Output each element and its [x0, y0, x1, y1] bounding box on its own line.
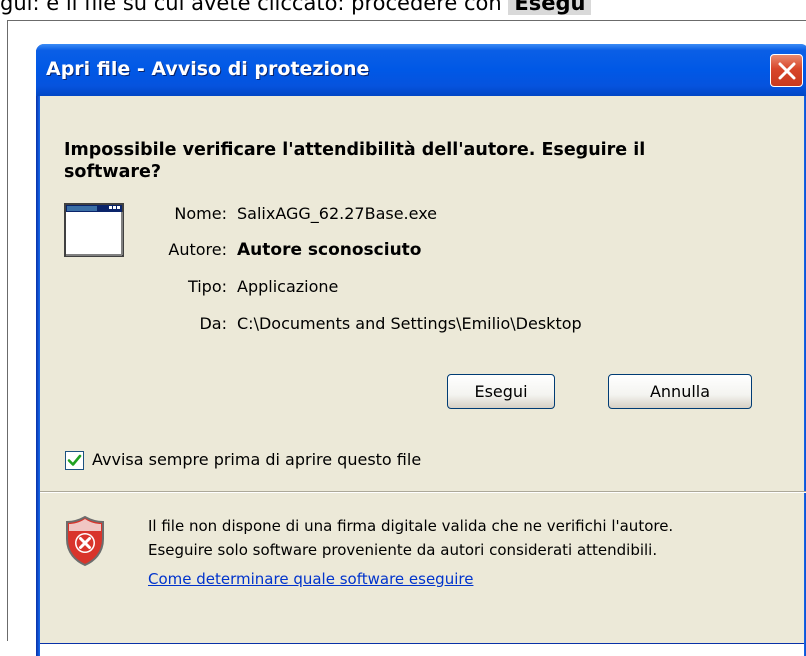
info-text: Il file non dispone di una firma digital…	[148, 514, 788, 562]
run-button[interactable]: Esegui	[447, 374, 555, 409]
info-line-2: Eseguire solo software proveniente da au…	[148, 541, 658, 559]
field-type-label: Tipo:	[187, 277, 227, 296]
field-name-label: Nome:	[174, 204, 227, 223]
window-border-left	[36, 96, 40, 656]
close-button[interactable]	[770, 54, 803, 87]
field-name-value: SalixAGG_62.27Base.exe	[237, 204, 438, 223]
warning-heading: Impossibile verificare l'attendibilità d…	[64, 140, 646, 182]
title-bar[interactable]: Apri file - Avviso di protezione	[36, 44, 806, 96]
security-warning-dialog: Apri file - Avviso di protezione Impossi…	[36, 44, 806, 656]
field-type-value: Applicazione	[237, 277, 339, 296]
security-warning-shield-icon	[66, 515, 104, 567]
help-link[interactable]: Come determinare quale software eseguire	[148, 570, 473, 588]
always-warn-label[interactable]: Avvisa sempre prima di aprire questo fil…	[92, 450, 421, 469]
field-author-value: Autore sconosciuto	[237, 240, 422, 260]
dialog-title: Apri file - Avviso di protezione	[46, 58, 370, 80]
always-warn-checkbox[interactable]	[65, 451, 84, 470]
separator-highlight	[40, 492, 806, 493]
cancel-button[interactable]: Annulla	[608, 374, 752, 409]
info-line-1: Il file non dispone di una firma digital…	[148, 517, 674, 535]
field-from-value: C:\Documents and Settings\Emilio\Desktop	[237, 314, 582, 333]
close-icon	[778, 62, 796, 80]
field-from-label: Da:	[199, 314, 227, 333]
checkmark-icon	[67, 454, 82, 466]
page-caption: gui: è il file su cui avete cliccato: pr…	[0, 0, 806, 19]
page-caption-text: gui: è il file su cui avete cliccato: pr…	[0, 0, 502, 15]
page-caption-highlight: Esegu	[508, 0, 592, 15]
field-author-label: Autore:	[168, 240, 227, 259]
